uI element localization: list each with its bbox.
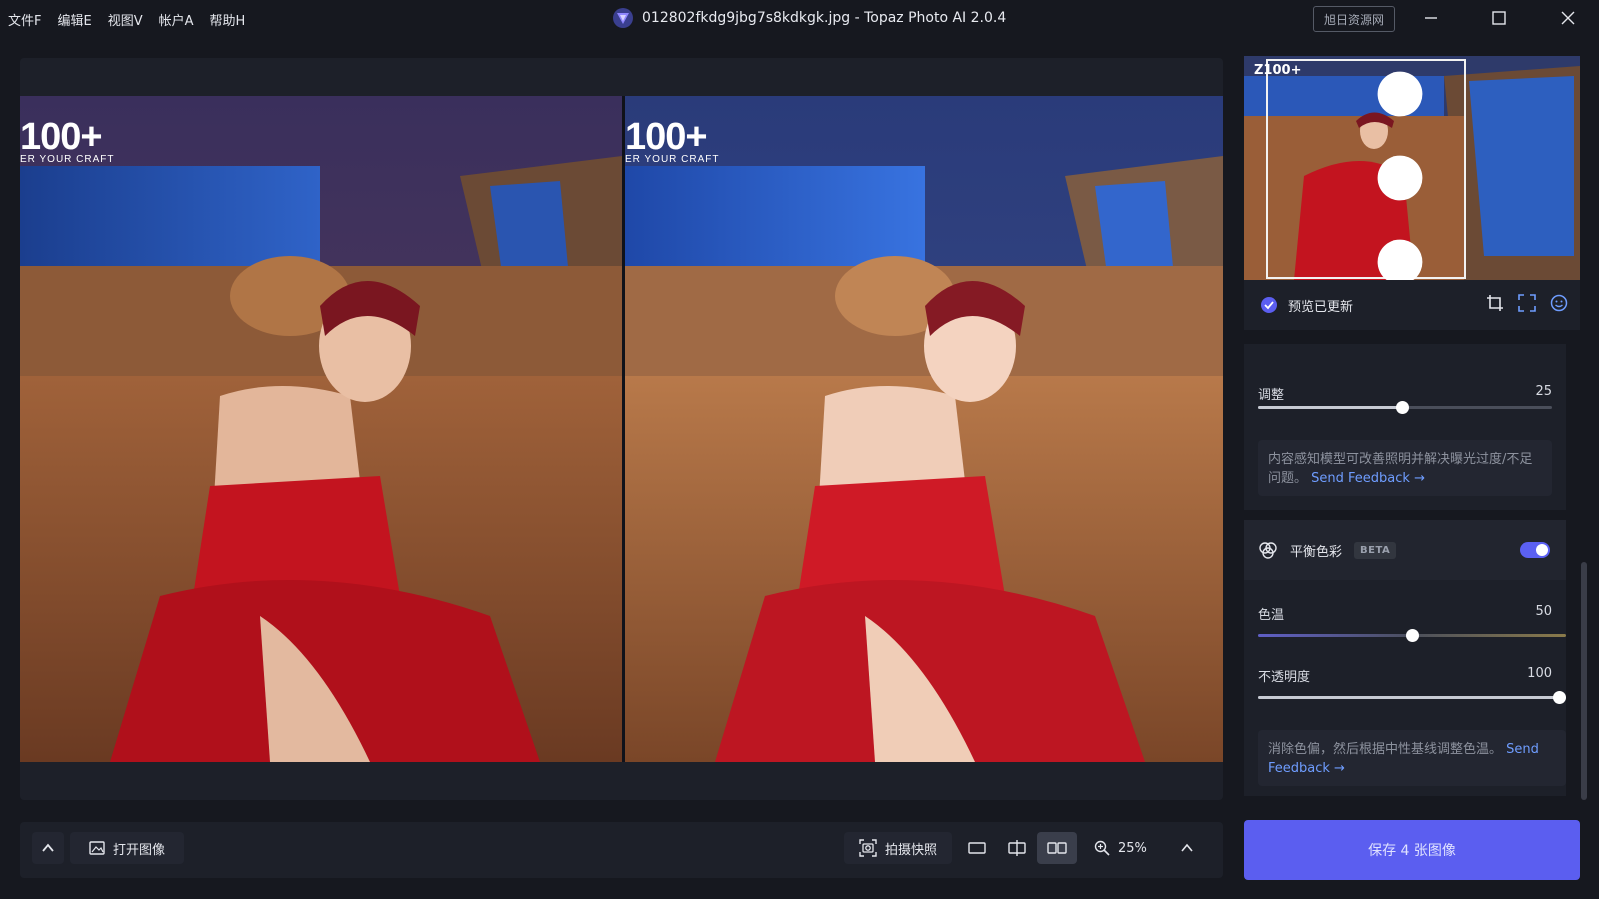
balance-color-toggle[interactable]	[1520, 542, 1550, 558]
photo-original-graphic	[20, 96, 622, 762]
menu-view[interactable]: 视图V	[108, 10, 143, 29]
adjust-slider[interactable]	[1258, 400, 1552, 414]
close-icon	[1561, 11, 1575, 25]
window-title: 012802fkdg9jbg7s8kdkgk.jpg - Topaz Photo…	[642, 10, 1007, 26]
face-icon[interactable]	[1550, 294, 1568, 312]
chevron-up-icon	[1181, 843, 1193, 852]
menu-edit[interactable]: 编辑E	[57, 10, 91, 29]
close-button[interactable]	[1555, 6, 1581, 30]
original-image[interactable]: 100+ ER YOUR CRAFT	[20, 96, 622, 762]
photo-processed-graphic	[625, 96, 1223, 762]
temperature-slider[interactable]	[1258, 628, 1566, 642]
preview-status-label: 预览已更新	[1288, 299, 1354, 315]
menu-account[interactable]: 帐户A	[159, 10, 194, 29]
snapshot-label: 拍摄快照	[884, 842, 937, 858]
app-logo-icon	[613, 8, 633, 28]
adjust-note: 内容感知模型可改善照明并解决曝光过度/不足问题。 Send Feedback →	[1258, 440, 1552, 496]
beta-badge: BETA	[1354, 541, 1397, 559]
opacity-slider[interactable]	[1258, 690, 1566, 704]
zoom-level: 25%	[1118, 840, 1147, 856]
temperature-slider-knob[interactable]	[1405, 629, 1419, 642]
color-balance-icon	[1259, 542, 1277, 559]
adjust-feedback-link[interactable]: Send Feedback →	[1311, 471, 1425, 486]
side-by-side-icon	[1047, 842, 1067, 854]
watermark-badge: 旭日资源网	[1313, 6, 1395, 32]
chevron-up-icon	[42, 843, 54, 852]
fullscreen-icon[interactable]	[1518, 294, 1536, 312]
more-options-icon[interactable]	[1244, 66, 1568, 280]
opacity-slider-knob[interactable]	[1553, 691, 1566, 704]
expand-up-button[interactable]	[32, 832, 64, 864]
processed-image[interactable]: 100+ ER YOUR CRAFT	[625, 96, 1223, 762]
menu-help[interactable]: 帮助H	[210, 10, 246, 29]
zoom-control[interactable]: 25%	[1094, 832, 1147, 864]
photo-watermark: 100+ ER YOUR CRAFT	[20, 116, 115, 165]
panel-scrollbar[interactable]	[1581, 562, 1587, 800]
opacity-value: 100	[1527, 666, 1552, 681]
snapshot-button[interactable]: 拍摄快照	[844, 832, 952, 864]
preview-status-row: 预览已更新	[1244, 280, 1580, 330]
navigator-thumbnail[interactable]: Z100+	[1244, 56, 1580, 280]
view-side-by-side-button[interactable]	[1037, 832, 1077, 864]
view-single-button[interactable]	[958, 832, 996, 864]
balance-color-title: 平衡色彩	[1290, 544, 1343, 560]
zoom-menu-button[interactable]	[1180, 832, 1194, 864]
window-title-group: 012802fkdg9jbg7s8kdkgk.jpg - Topaz Photo…	[612, 7, 1006, 29]
split-view-icon	[1008, 840, 1026, 856]
balance-color-panel: 色温 50 不透明度 100 消除色偏，然后根据中性基线调整色温。 Send F…	[1244, 580, 1566, 796]
preview-actions	[1486, 294, 1568, 312]
minimize-button[interactable]	[1418, 6, 1444, 30]
balance-note: 消除色偏，然后根据中性基线调整色温。 Send Feedback →	[1258, 730, 1566, 786]
photo-watermark-processed: 100+ ER YOUR CRAFT	[625, 116, 720, 165]
title-bar: 文件F 编辑E 视图V 帐户A 帮助H 012802fkdg9jbg7s8kdk…	[0, 0, 1599, 36]
image-icon	[89, 841, 105, 855]
maximize-icon	[1492, 11, 1506, 25]
temperature-value: 50	[1535, 604, 1552, 619]
camera-icon	[859, 839, 877, 857]
crop-icon[interactable]	[1486, 294, 1504, 312]
temperature-label: 色温	[1258, 608, 1285, 623]
adjust-slider-knob[interactable]	[1395, 401, 1409, 414]
check-circle-icon	[1261, 297, 1277, 313]
adjust-panel: 调整 25 内容感知模型可改善照明并解决曝光过度/不足问题。 Send Feed…	[1244, 344, 1566, 510]
menu-file[interactable]: 文件F	[8, 10, 41, 29]
image-canvas[interactable]: 100+ ER YOUR CRAFT 100+ ER YOUR CRAFT	[20, 58, 1223, 800]
balance-color-header[interactable]: 平衡色彩 BETA	[1244, 520, 1566, 580]
open-image-button[interactable]: 打开图像	[70, 832, 184, 864]
open-image-label: 打开图像	[112, 842, 165, 858]
zoom-icon	[1094, 840, 1110, 856]
opacity-label: 不透明度	[1258, 670, 1311, 685]
bottom-toolbar: 打开图像 拍摄快照 25%	[20, 822, 1223, 878]
view-split-button[interactable]	[998, 832, 1036, 864]
single-view-icon	[968, 842, 986, 854]
minimize-icon	[1425, 17, 1437, 19]
balance-note-text: 消除色偏，然后根据中性基线调整色温。	[1268, 742, 1503, 757]
adjust-value: 25	[1535, 384, 1552, 399]
maximize-button[interactable]	[1486, 6, 1512, 30]
save-images-button[interactable]: 保存 4 张图像	[1244, 820, 1580, 880]
menu-bar: 文件F 编辑E 视图V 帐户A 帮助H	[8, 10, 245, 29]
